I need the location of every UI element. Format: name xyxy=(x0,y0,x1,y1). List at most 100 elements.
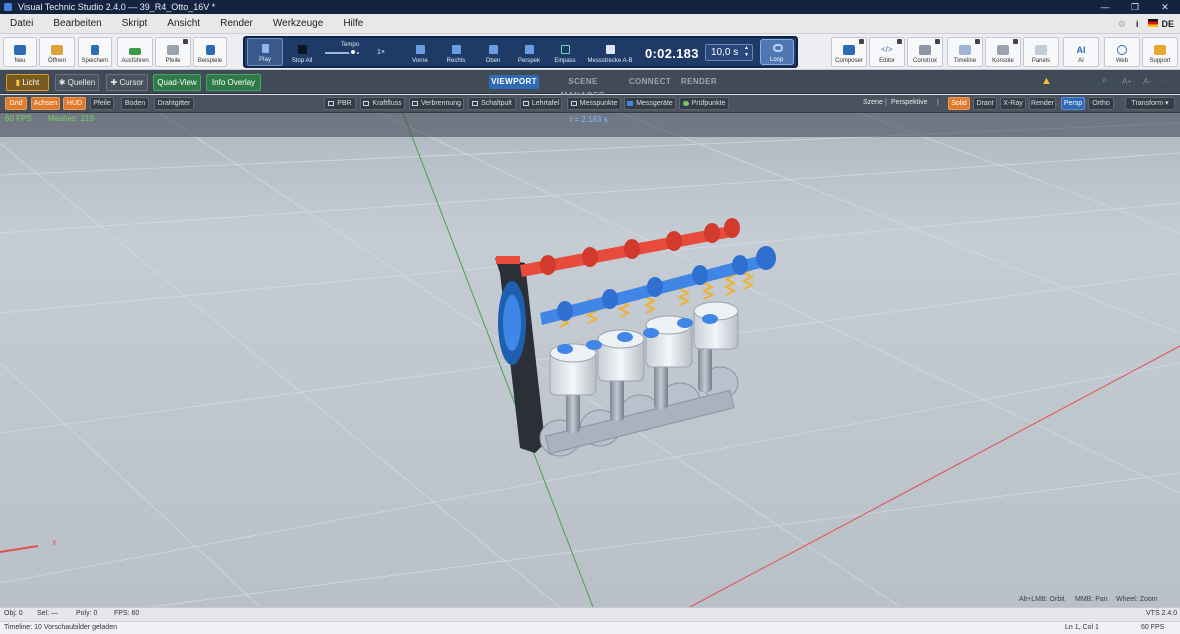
floor-toggle[interactable]: Boden xyxy=(121,97,149,110)
menu-werkzeuge[interactable]: Werkzeuge xyxy=(263,18,333,29)
menu-ansicht[interactable]: Ansicht xyxy=(157,18,210,29)
new-label: Neu xyxy=(14,58,26,64)
close-button[interactable]: ✕ xyxy=(1150,0,1180,14)
menu-hilfe[interactable]: Hilfe xyxy=(333,18,373,29)
ortho-projection-button[interactable]: Ortho xyxy=(1088,97,1114,110)
timeline-button[interactable]: Timeline xyxy=(947,37,983,67)
window-title: Visual Technic Studio 2.4.0 — 39_R4_Otto… xyxy=(18,2,216,12)
download-icon xyxy=(91,45,99,55)
maximize-button[interactable]: ❐ xyxy=(1120,0,1150,14)
warning-icon[interactable]: ▲ xyxy=(1041,75,1052,87)
run-button[interactable]: Ausführen xyxy=(117,37,153,67)
duration-spinner-icon[interactable]: ▲ ▼ xyxy=(744,45,749,59)
measuring-devices-toggle[interactable]: Messgeräte xyxy=(624,97,676,110)
console-button[interactable]: Konsole xyxy=(985,37,1021,67)
open-button[interactable]: Öffnen xyxy=(39,37,75,67)
menu-render[interactable]: Render xyxy=(210,18,263,29)
tab-viewport[interactable]: VIEWPORT xyxy=(489,75,539,89)
new-button[interactable]: Neu xyxy=(3,37,37,67)
arrows-button[interactable]: Pfeile xyxy=(155,37,191,67)
force-flow-toggle[interactable]: Kraftfluss xyxy=(360,97,405,110)
support-button[interactable]: Support xyxy=(1142,37,1178,67)
tab-connect[interactable]: CONNECT xyxy=(628,75,672,89)
solid-mode-button[interactable]: Solid xyxy=(948,97,970,110)
loop-button[interactable]: Loop xyxy=(760,39,794,65)
menu-bearbeiten[interactable]: Bearbeiten xyxy=(43,18,111,29)
measure-ab-button[interactable]: Messstrecke A-B xyxy=(587,38,633,66)
view-front-button[interactable]: Vorne xyxy=(408,38,432,66)
version-label: VTS 2.4.0 xyxy=(1146,610,1178,617)
combustion-toggle[interactable]: Verbrennung xyxy=(409,97,464,110)
web-button[interactable]: Web xyxy=(1104,37,1140,67)
pbr-toggle[interactable]: PBR xyxy=(324,97,356,110)
view-top-label: Oben xyxy=(485,58,501,64)
search-icon[interactable]: ⌕ xyxy=(1102,75,1108,86)
transform-label: Transform xyxy=(1131,100,1164,107)
cursor-button[interactable]: ✚ Cursor xyxy=(106,74,148,91)
selection-count: Sel: — xyxy=(37,610,59,617)
wireframe-toggle[interactable]: Drahtgitter xyxy=(154,97,194,110)
combustion-label: Verbrennung xyxy=(420,100,462,107)
menu-skript[interactable]: Skript xyxy=(112,18,158,29)
arrows-icon xyxy=(167,45,179,55)
sources-button[interactable]: ✱ Quellen xyxy=(55,74,99,91)
info-icon[interactable]: i xyxy=(1136,19,1139,29)
arrows-toggle[interactable]: Pfeile xyxy=(90,97,114,110)
settings-small-icon[interactable]: ◌ xyxy=(1162,76,1167,86)
render-mode-button[interactable]: Render xyxy=(1029,97,1056,110)
play-label: Play xyxy=(259,57,271,63)
minimize-button[interactable]: — xyxy=(1090,0,1120,14)
language-selector[interactable]: DE xyxy=(1148,19,1174,29)
tab-scene-manager[interactable]: SCENE MANAGER xyxy=(548,75,618,100)
ai-button[interactable]: AI AI xyxy=(1063,37,1099,67)
stop-label: Stop All xyxy=(291,58,313,64)
grid-toggle[interactable]: Grid xyxy=(5,97,27,110)
duration-input[interactable]: 10,0 s ▲ ▼ xyxy=(705,44,753,61)
fit-button[interactable]: Einpass xyxy=(551,38,579,66)
transform-dropdown[interactable]: Transform ▾ xyxy=(1125,97,1175,110)
font-decrease-icon[interactable]: A- xyxy=(1143,77,1151,86)
examples-button[interactable]: Beispiele xyxy=(193,37,227,67)
construx-badge xyxy=(935,39,940,44)
viewport-3d[interactable]: 60 FPS Meshes: 219 t = 2.183 s X Alt+LMB… xyxy=(0,113,1180,607)
status-message: Timeline: 10 Vorschaubilder geladen xyxy=(4,624,117,631)
settings-gear-icon[interactable]: ⚙ xyxy=(1118,19,1126,30)
axis-x-marker xyxy=(0,545,39,553)
test-points-toggle[interactable]: Prüfpunkte xyxy=(679,97,729,110)
drant-mode-button[interactable]: Drant xyxy=(973,97,997,110)
loop-label: Loop xyxy=(770,57,784,63)
panels-button[interactable]: Panels xyxy=(1023,37,1059,67)
perspective-label[interactable]: Perspektive xyxy=(891,99,928,106)
light-button[interactable]: ▮ Licht xyxy=(6,74,49,91)
view-perspective-button[interactable]: Perspek xyxy=(515,38,543,66)
control-panel-toggle[interactable]: Schaltpult xyxy=(468,97,516,110)
timeline-label: Timeline xyxy=(953,58,977,64)
menu-datei[interactable]: Datei xyxy=(0,18,43,29)
info-overlay-button[interactable]: Info Overlay xyxy=(206,74,261,91)
hud-toggle[interactable]: HUD xyxy=(63,97,86,110)
save-button[interactable]: Speichern xyxy=(78,37,112,67)
quad-view-button[interactable]: Quad-View xyxy=(153,74,201,91)
fit-icon xyxy=(560,45,570,54)
fps-footer: 60 FPS xyxy=(1141,624,1165,631)
composer-button[interactable]: Composer xyxy=(831,37,867,67)
fps-status: FPS: 60 xyxy=(114,610,140,617)
teaching-board-toggle[interactable]: Lehrtafel xyxy=(520,97,562,110)
xray-mode-button[interactable]: X-Ray xyxy=(1000,97,1026,110)
test-points-icon xyxy=(682,101,689,106)
construx-icon xyxy=(919,45,931,55)
construx-button[interactable]: Construx xyxy=(907,37,943,67)
view-top-button[interactable]: Oben xyxy=(481,38,505,66)
tab-render[interactable]: RENDER xyxy=(680,75,718,89)
stop-all-button[interactable]: Stop All xyxy=(287,38,317,66)
font-increase-icon[interactable]: A+ xyxy=(1122,77,1132,86)
persp-projection-button[interactable]: Persp xyxy=(1061,97,1085,110)
editor-button[interactable]: </> Editor xyxy=(869,37,905,67)
measure-points-toggle[interactable]: Messpunkte xyxy=(567,97,621,110)
view-right-button[interactable]: Rechts xyxy=(444,38,468,66)
transport-panel: Play Stop All Tempo 1× Vorne Rechts Oben… xyxy=(243,36,798,68)
axes-toggle[interactable]: Achsen xyxy=(31,97,60,110)
scene-label[interactable]: Szene xyxy=(863,99,883,106)
tempo-slider-knob[interactable] xyxy=(349,48,357,56)
play-button[interactable]: Play xyxy=(247,38,283,66)
